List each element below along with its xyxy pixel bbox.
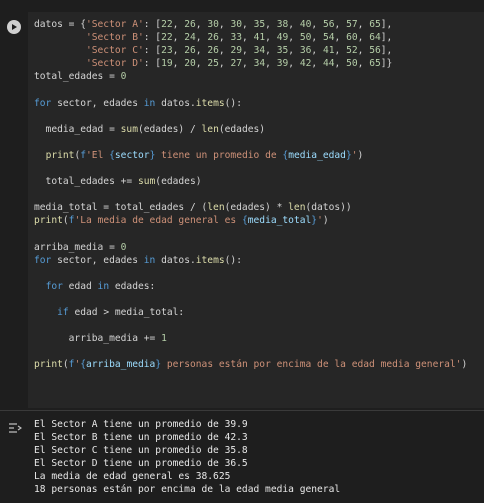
code-text[interactable]: datos = {'Sector A': [22, 26, 30, 30, 35… — [34, 18, 467, 372]
code-line[interactable]: 'Sector B': [22, 24, 26, 33, 41, 49, 50,… — [34, 31, 467, 44]
code-line[interactable]: ​ — [34, 319, 467, 332]
code-line[interactable]: media_edad = sum(edades) / len(edades) — [34, 123, 467, 136]
output-line: El Sector A tiene un promedio de 39.9 — [34, 419, 248, 430]
code-line[interactable]: media_total = total_edades / (len(edades… — [34, 201, 467, 214]
cell-gutter — [0, 0, 28, 408]
code-line[interactable]: ​ — [34, 228, 467, 241]
code-line[interactable]: ​ — [34, 188, 467, 201]
code-line[interactable]: print(f'La media de edad general es {med… — [34, 214, 467, 227]
code-cell[interactable]: datos = {'Sector A': [22, 26, 30, 30, 35… — [0, 0, 484, 408]
output-collapse-icon[interactable] — [8, 419, 23, 433]
code-line[interactable]: total_edades = 0 — [34, 70, 467, 83]
code-line[interactable]: ​ — [34, 110, 467, 123]
play-circle-icon[interactable] — [7, 20, 21, 34]
code-line[interactable]: ​ — [34, 162, 467, 175]
code-line[interactable]: print(f'{arriba_media} personas están po… — [34, 358, 467, 371]
code-line[interactable]: ​ — [34, 293, 467, 306]
code-line[interactable]: ​ — [34, 83, 467, 96]
code-line[interactable]: if edad > media_total: — [34, 306, 467, 319]
code-line[interactable]: for sector, edades in datos.items(): — [34, 254, 467, 267]
code-line[interactable]: total_edades += sum(edades) — [34, 175, 467, 188]
code-line[interactable]: for sector, edades in datos.items(): — [34, 97, 467, 110]
output-divider — [0, 410, 484, 411]
code-line[interactable]: 'Sector C': [23, 26, 26, 29, 34, 35, 36,… — [34, 44, 467, 57]
cell-output: El Sector A tiene un promedio de 39.9 El … — [34, 418, 340, 497]
code-line[interactable]: ​ — [34, 136, 467, 149]
code-line[interactable]: arriba_media = 0 — [34, 241, 467, 254]
output-line: El Sector B tiene un promedio de 42.3 — [34, 432, 248, 444]
code-line[interactable]: ​ — [34, 345, 467, 358]
output-line: 18 personas están por encima de la edad … — [34, 484, 341, 496]
output-line: El Sector C tiene un promedio de 35.8 — [34, 445, 248, 457]
output-line: El Sector D tiene un promedio de 36.5 — [34, 458, 248, 470]
code-line[interactable]: ​ — [34, 267, 467, 280]
code-line[interactable]: arriba_media += 1 — [34, 332, 467, 345]
code-line[interactable]: print(f'El {sector} tiene un promedio de… — [34, 149, 467, 162]
code-line[interactable]: datos = {'Sector A': [22, 26, 30, 30, 35… — [34, 18, 467, 31]
code-line[interactable]: for edad in edades: — [34, 280, 467, 293]
output-line: La media de edad general es 38.625 — [34, 471, 231, 483]
code-line[interactable]: 'Sector D': [19, 20, 25, 27, 34, 39, 42,… — [34, 57, 467, 70]
